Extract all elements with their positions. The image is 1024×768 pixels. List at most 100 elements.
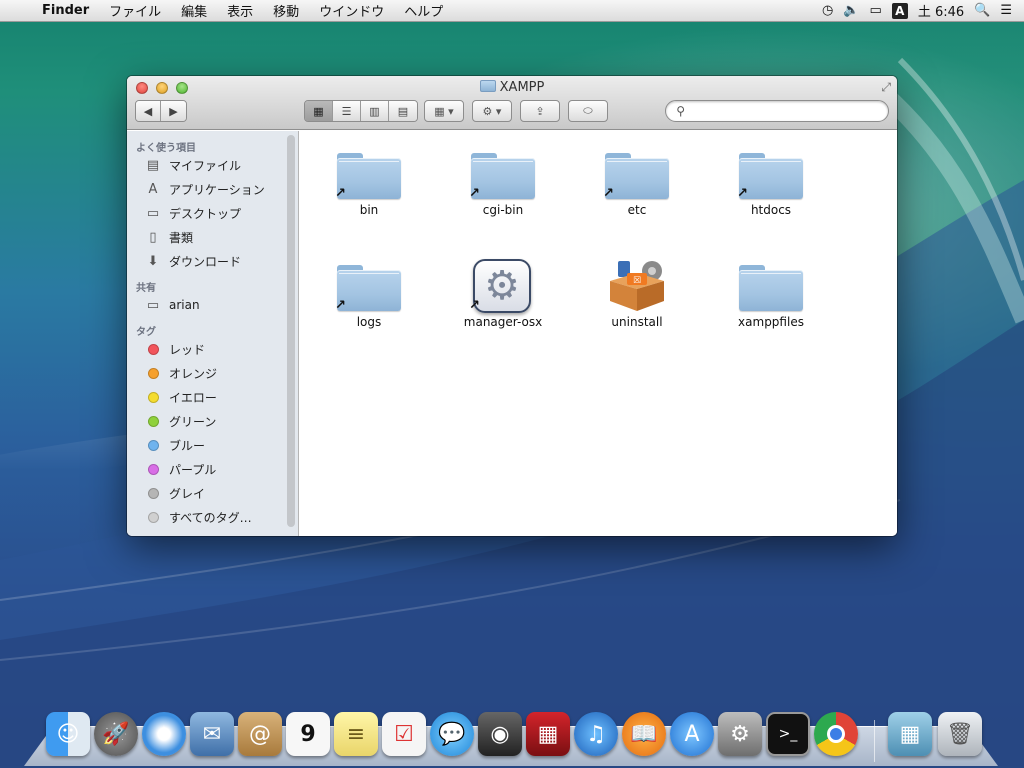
- sidebar-item-label: ブルー: [169, 438, 206, 453]
- sidebar-scrollbar[interactable]: [287, 135, 295, 527]
- alias-arrow-icon: ↗: [603, 186, 614, 201]
- dock-reminders-icon[interactable]: ☑: [382, 712, 426, 756]
- fullscreen-icon[interactable]: ⤢: [881, 80, 891, 95]
- sidebar-tag-blue[interactable]: ブルー: [127, 433, 298, 457]
- title-bar[interactable]: XAMPP ⤢ ◀ ▶ ▦ ☰ ▥ ▤ ▦ ▾ ⚙ ▾ ⇪ ⬭ ⚲: [127, 76, 897, 130]
- column-view-button[interactable]: ▥: [361, 101, 389, 121]
- tag-icon: ⬭: [583, 104, 593, 117]
- menu-edit[interactable]: 編集: [171, 1, 217, 20]
- dock-itunes-icon[interactable]: ♫: [574, 712, 618, 756]
- dock-photo-booth-icon[interactable]: ▦: [526, 712, 570, 756]
- sidebar-item-all-my-files[interactable]: ▤ マイファイル: [127, 153, 298, 177]
- time-machine-icon[interactable]: ◷: [822, 3, 833, 18]
- file-item-xamppfiles[interactable]: xamppfiles: [704, 253, 838, 329]
- sidebar-item-label: マイファイル: [169, 158, 242, 173]
- dock-trash-icon[interactable]: 🗑: [938, 712, 982, 756]
- menu-app-name[interactable]: Finder: [36, 3, 99, 18]
- clock[interactable]: 土 6:46: [918, 1, 964, 20]
- dock-separator: [874, 720, 875, 762]
- sidebar-tag-gray[interactable]: グレイ: [127, 481, 298, 505]
- menu-bar: Finder ファイル 編集 表示 移動 ウインドウ ヘルプ ◷ 🔈 ▭ A 土…: [0, 0, 1024, 22]
- dock-launchpad-icon[interactable]: 🚀: [94, 712, 138, 756]
- installer-box-icon: ☒: [610, 261, 664, 311]
- share-icon: ⇪: [535, 104, 545, 118]
- tags-button[interactable]: ⬭: [568, 100, 608, 122]
- dock-notes-icon[interactable]: ≡: [334, 712, 378, 756]
- dock-finder-icon[interactable]: ☺: [46, 712, 90, 756]
- file-item-bin[interactable]: ↗ bin: [302, 141, 436, 217]
- folder-icon: [337, 265, 401, 311]
- share-button[interactable]: ⇪: [520, 100, 560, 122]
- file-item-htdocs[interactable]: ↗ htdocs: [704, 141, 838, 217]
- icon-view-button[interactable]: ▦: [305, 101, 333, 121]
- dock-terminal-icon[interactable]: >_: [766, 712, 810, 756]
- action-button[interactable]: ⚙ ▾: [472, 100, 512, 122]
- battery-icon[interactable]: ▭: [870, 3, 882, 18]
- alias-arrow-icon: ↗: [469, 186, 480, 201]
- search-input[interactable]: [665, 100, 889, 122]
- sidebar-tag-green[interactable]: グリーン: [127, 409, 298, 433]
- menu-file[interactable]: ファイル: [99, 1, 171, 20]
- sidebar-item-label: すべてのタグ…: [169, 510, 252, 525]
- search-icon: ⚲: [676, 104, 685, 118]
- forward-button[interactable]: ▶: [161, 101, 186, 121]
- dock-stack-folder-icon[interactable]: ▦: [888, 712, 932, 756]
- sidebar-tag-purple[interactable]: パープル: [127, 457, 298, 481]
- volume-icon[interactable]: 🔈: [843, 3, 859, 18]
- dock-calendar-icon[interactable]: 9: [286, 712, 330, 756]
- folder-icon: [739, 153, 803, 199]
- file-item-uninstall[interactable]: ☒ uninstall: [570, 253, 704, 329]
- coverflow-view-button[interactable]: ▤: [389, 101, 417, 121]
- file-name: cgi-bin: [482, 203, 524, 217]
- file-item-manager-osx[interactable]: ⚙ ↗ manager-osx: [436, 253, 570, 329]
- menu-go[interactable]: 移動: [263, 1, 309, 20]
- menu-view[interactable]: 表示: [217, 1, 263, 20]
- back-button[interactable]: ◀: [136, 101, 161, 121]
- menu-window[interactable]: ウインドウ: [309, 1, 394, 20]
- dock-system-preferences-icon[interactable]: ⚙: [718, 712, 762, 756]
- menu-help[interactable]: ヘルプ: [394, 1, 453, 20]
- sidebar-item-desktop[interactable]: ▭ デスクトップ: [127, 201, 298, 225]
- dock-chrome-icon[interactable]: [814, 712, 858, 756]
- computer-icon: ▭: [146, 297, 160, 313]
- view-mode-control: ▦ ☰ ▥ ▤: [304, 100, 418, 122]
- sidebar-item-label: グレイ: [169, 486, 206, 501]
- sidebar-item-label: グリーン: [169, 414, 217, 429]
- dock-facetime-icon[interactable]: ◉: [478, 712, 522, 756]
- sidebar-item-downloads[interactable]: ⬇ ダウンロード: [127, 249, 298, 273]
- dock-ibooks-icon[interactable]: 📖: [622, 712, 666, 756]
- tag-purple-icon: [147, 463, 159, 475]
- spotlight-icon[interactable]: 🔍: [974, 3, 990, 18]
- input-method-icon[interactable]: A: [891, 2, 908, 19]
- sidebar-tag-yellow[interactable]: イエロー: [127, 385, 298, 409]
- file-name: logs: [356, 315, 382, 329]
- sidebar-item-label: アプリケーション: [169, 182, 265, 197]
- sidebar-item-arian[interactable]: ▭ arian: [127, 293, 298, 317]
- arrange-button[interactable]: ▦ ▾: [424, 100, 464, 122]
- tag-green-icon: [147, 415, 159, 427]
- sidebar-item-applications[interactable]: A アプリケーション: [127, 177, 298, 201]
- sidebar-item-label: 書類: [169, 230, 194, 245]
- dock-messages-icon[interactable]: 💬: [430, 712, 474, 756]
- toolbar: ◀ ▶ ▦ ☰ ▥ ▤ ▦ ▾ ⚙ ▾ ⇪ ⬭ ⚲: [135, 100, 889, 122]
- sidebar-header-tags: タグ: [136, 327, 156, 338]
- file-item-cgi-bin[interactable]: ↗ cgi-bin: [436, 141, 570, 217]
- dock-mail-icon[interactable]: ✉: [190, 712, 234, 756]
- sidebar-item-documents[interactable]: ▯ 書類: [127, 225, 298, 249]
- list-view-button[interactable]: ☰: [333, 101, 361, 121]
- notification-center-icon[interactable]: ☰: [1000, 3, 1012, 18]
- sidebar-tag-red[interactable]: レッド: [127, 337, 298, 361]
- file-item-logs[interactable]: ↗ logs: [302, 253, 436, 329]
- downloads-icon: ⬇: [147, 253, 159, 269]
- file-item-etc[interactable]: ↗ etc: [570, 141, 704, 217]
- sidebar-all-tags[interactable]: すべてのタグ…: [127, 505, 298, 529]
- sidebar-tag-orange[interactable]: オレンジ: [127, 361, 298, 385]
- dock-app-store-icon[interactable]: A: [670, 712, 714, 756]
- dock-contacts-icon[interactable]: @: [238, 712, 282, 756]
- folder-icon: [471, 153, 535, 199]
- finder-window: XAMPP ⤢ ◀ ▶ ▦ ☰ ▥ ▤ ▦ ▾ ⚙ ▾ ⇪ ⬭ ⚲ よく使う項目…: [127, 76, 897, 536]
- sidebar-item-label: レッド: [169, 342, 206, 357]
- svg-text:☒: ☒: [633, 276, 641, 286]
- dock-safari-icon[interactable]: ✦: [142, 712, 186, 756]
- arrange-icon: ▦ ▾: [434, 104, 454, 118]
